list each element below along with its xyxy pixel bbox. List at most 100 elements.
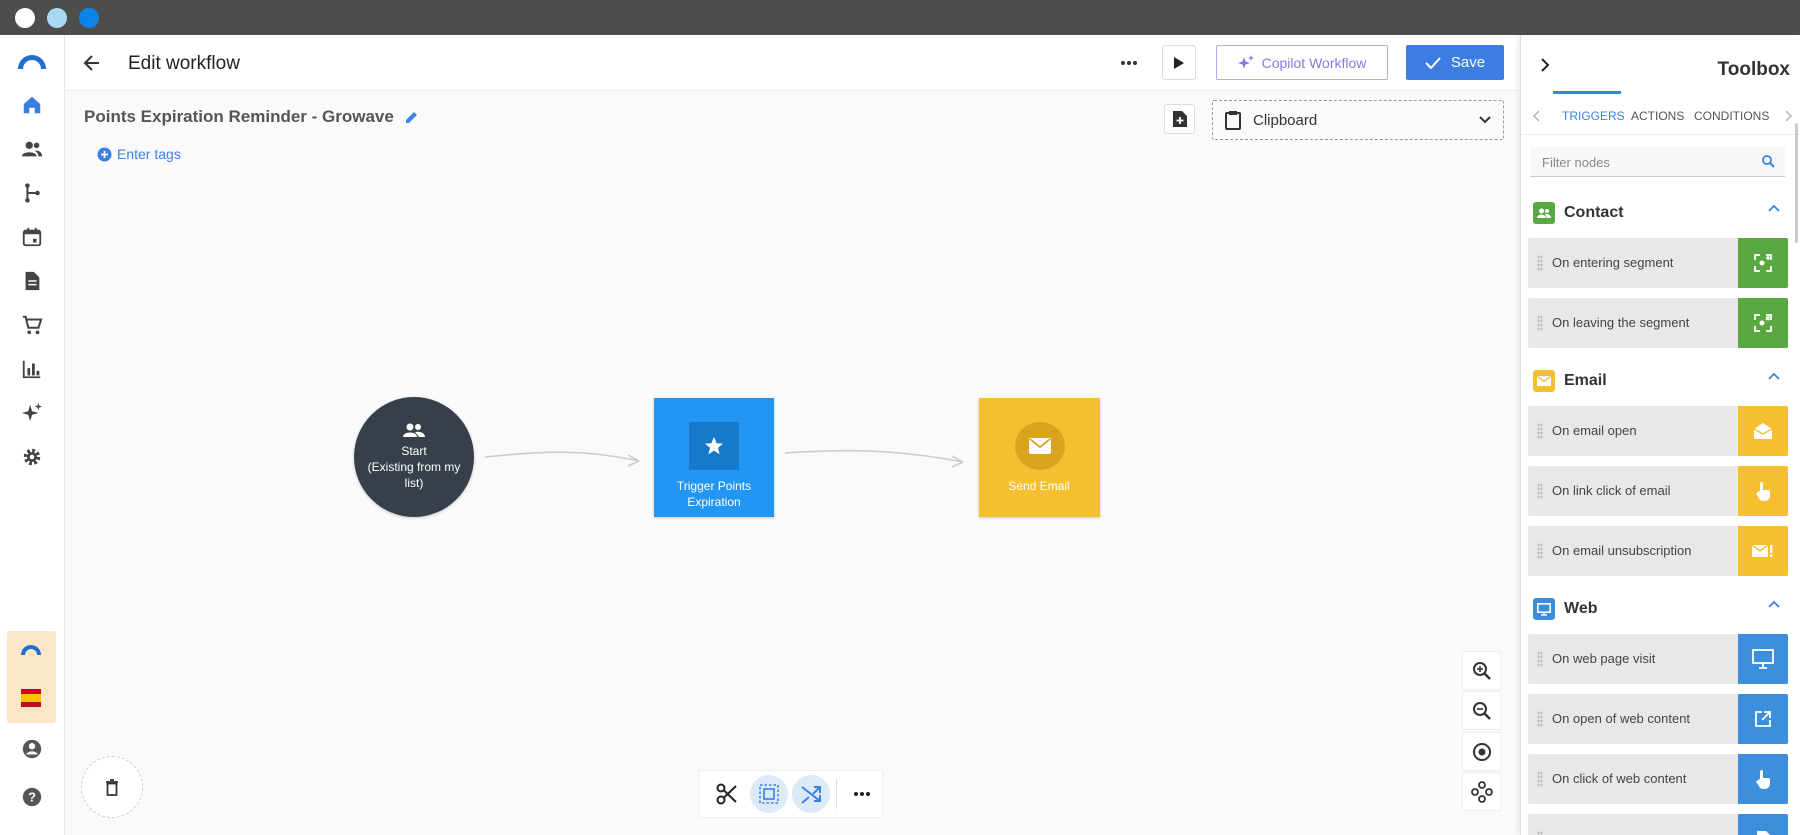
trigger-item-label: On entering segment <box>1552 255 1674 270</box>
tabs-scroll-right-icon[interactable] <box>1785 109 1793 127</box>
zoom-in-button[interactable] <box>1462 651 1501 690</box>
toolbox-title: Toolbox <box>1717 59 1790 80</box>
segment-leave-icon <box>1738 298 1788 348</box>
toolbox-scrollbar[interactable] <box>1795 123 1798 243</box>
delete-drop-zone[interactable] <box>81 756 143 818</box>
left-sidebar: ? <box>0 35 65 835</box>
trigger-item[interactable]: On leaving the segment <box>1528 298 1788 348</box>
workspace-switcher[interactable] <box>7 631 56 723</box>
select-area-button[interactable] <box>750 775 788 813</box>
section-web-label: Web <box>1564 600 1598 617</box>
gear-icon[interactable] <box>16 441 48 473</box>
drag-handle-icon[interactable] <box>1537 711 1543 727</box>
monitor-icon <box>1738 634 1788 684</box>
trigger-node-label: Trigger Points Expiration <box>676 479 752 509</box>
drag-handle-icon[interactable] <box>1537 543 1543 559</box>
chart-icon[interactable] <box>16 353 48 385</box>
svg-text:?: ? <box>28 790 36 805</box>
active-tab-indicator <box>1553 91 1621 94</box>
window-close-button[interactable] <box>15 8 35 28</box>
email-envelope-icon <box>1533 370 1555 392</box>
trigger-item-label: On open of web content <box>1552 711 1691 726</box>
drag-handle-icon[interactable] <box>1537 315 1543 331</box>
collapse-toolbox-chevron-icon[interactable] <box>1535 53 1555 77</box>
home-icon[interactable] <box>16 89 48 121</box>
drag-handle-icon[interactable] <box>1537 423 1543 439</box>
send-email-node[interactable]: Send Email <box>979 398 1100 517</box>
web-content-icon <box>1738 814 1788 835</box>
people-icon[interactable] <box>16 133 48 165</box>
tab-triggers[interactable]: TRIGGERS <box>1562 109 1625 123</box>
envelope-icon <box>1015 422 1065 470</box>
run-play-button[interactable] <box>1162 45 1196 80</box>
zoom-out-button[interactable] <box>1462 691 1501 730</box>
drag-handle-icon[interactable] <box>1537 831 1543 835</box>
copilot-workflow-label: Copilot Workflow <box>1261 54 1367 71</box>
cart-icon[interactable] <box>16 309 48 341</box>
cut-button[interactable] <box>708 775 746 813</box>
filter-nodes-placeholder: Filter nodes <box>1542 155 1610 170</box>
chevron-up-icon <box>1768 372 1780 380</box>
drag-handle-icon[interactable] <box>1537 255 1543 271</box>
logo-icon[interactable] <box>16 47 48 79</box>
web-monitor-icon <box>1533 598 1555 620</box>
help-icon[interactable]: ? <box>16 781 48 813</box>
trigger-item[interactable]: On entering segment <box>1528 238 1788 288</box>
trigger-item-label: On click of web content <box>1552 771 1687 786</box>
tabs-scroll-left-icon[interactable] <box>1532 109 1540 127</box>
select-all-icon <box>759 784 779 804</box>
trigger-item[interactable]: On web page visit <box>1528 634 1788 684</box>
sparkle-icon <box>1237 54 1254 69</box>
star-icon <box>689 422 739 470</box>
window-maximize-button[interactable] <box>79 8 99 28</box>
email-unsubscribe-icon <box>1738 526 1788 576</box>
filter-nodes-input[interactable]: Filter nodes <box>1530 147 1785 177</box>
shuffle-connect-button[interactable] <box>792 775 830 813</box>
page-header: Edit workflow Copilot Workflow Save <box>65 35 1520 91</box>
account-icon[interactable] <box>16 733 48 765</box>
zoom-out-icon <box>1472 701 1491 720</box>
auto-layout-button[interactable] <box>1462 772 1501 811</box>
back-arrow-icon[interactable] <box>79 50 105 76</box>
workflow-icon[interactable] <box>16 177 48 209</box>
more-options-icon[interactable] <box>1115 50 1143 76</box>
trigger-item[interactable]: On link click of email <box>1528 466 1788 516</box>
start-node-subtitle: (Existing from my list) <box>367 460 461 490</box>
section-contact-label: Contact <box>1564 204 1624 221</box>
contact-people-icon <box>1533 202 1555 224</box>
document-icon[interactable] <box>16 265 48 297</box>
pointer-click-icon <box>1738 754 1788 804</box>
trigger-item-label: On link click of email <box>1552 483 1671 498</box>
toolbox-panel: Toolbox TRIGGERS ACTIONS CONDITIONS Filt… <box>1520 35 1800 835</box>
more-tools-button[interactable] <box>843 775 881 813</box>
window-minimize-button[interactable] <box>47 8 67 28</box>
trigger-item[interactable]: On email open <box>1528 406 1788 456</box>
checkmark-icon <box>1425 56 1441 69</box>
trigger-item[interactable]: On click of web content <box>1528 754 1788 804</box>
drag-handle-icon[interactable] <box>1537 771 1543 787</box>
center-view-button[interactable] <box>1462 732 1501 771</box>
zoom-in-icon <box>1472 661 1491 680</box>
section-email[interactable]: Email <box>1530 366 1786 396</box>
tab-conditions[interactable]: CONDITIONS <box>1694 109 1769 123</box>
sparkle-icon[interactable] <box>16 397 48 429</box>
section-web[interactable]: Web <box>1530 594 1786 624</box>
email-node-label: Send Email <box>1008 479 1070 493</box>
save-button[interactable]: Save <box>1406 45 1504 80</box>
open-external-icon <box>1738 694 1788 744</box>
toolbox-tabs: TRIGGERS ACTIONS CONDITIONS <box>1521 91 1800 135</box>
tab-actions[interactable]: ACTIONS <box>1631 109 1684 123</box>
center-focus-icon <box>1472 742 1491 761</box>
chevron-up-icon <box>1768 204 1780 212</box>
start-node[interactable]: Start (Existing from my list) <box>354 397 474 517</box>
drag-handle-icon[interactable] <box>1537 651 1543 667</box>
trigger-item[interactable]: On open of web content <box>1528 694 1788 744</box>
trigger-item[interactable]: On email unsubscription <box>1528 526 1788 576</box>
calendar-icon[interactable] <box>16 221 48 253</box>
copilot-workflow-button[interactable]: Copilot Workflow <box>1216 45 1388 80</box>
section-contact[interactable]: Contact <box>1530 198 1786 228</box>
workflow-canvas[interactable]: Points Expiration Reminder - Growave Ent… <box>65 91 1520 835</box>
trigger-item-partial[interactable] <box>1528 814 1788 835</box>
trigger-points-expiration-node[interactable]: Trigger Points Expiration <box>654 398 774 517</box>
drag-handle-icon[interactable] <box>1537 483 1543 499</box>
